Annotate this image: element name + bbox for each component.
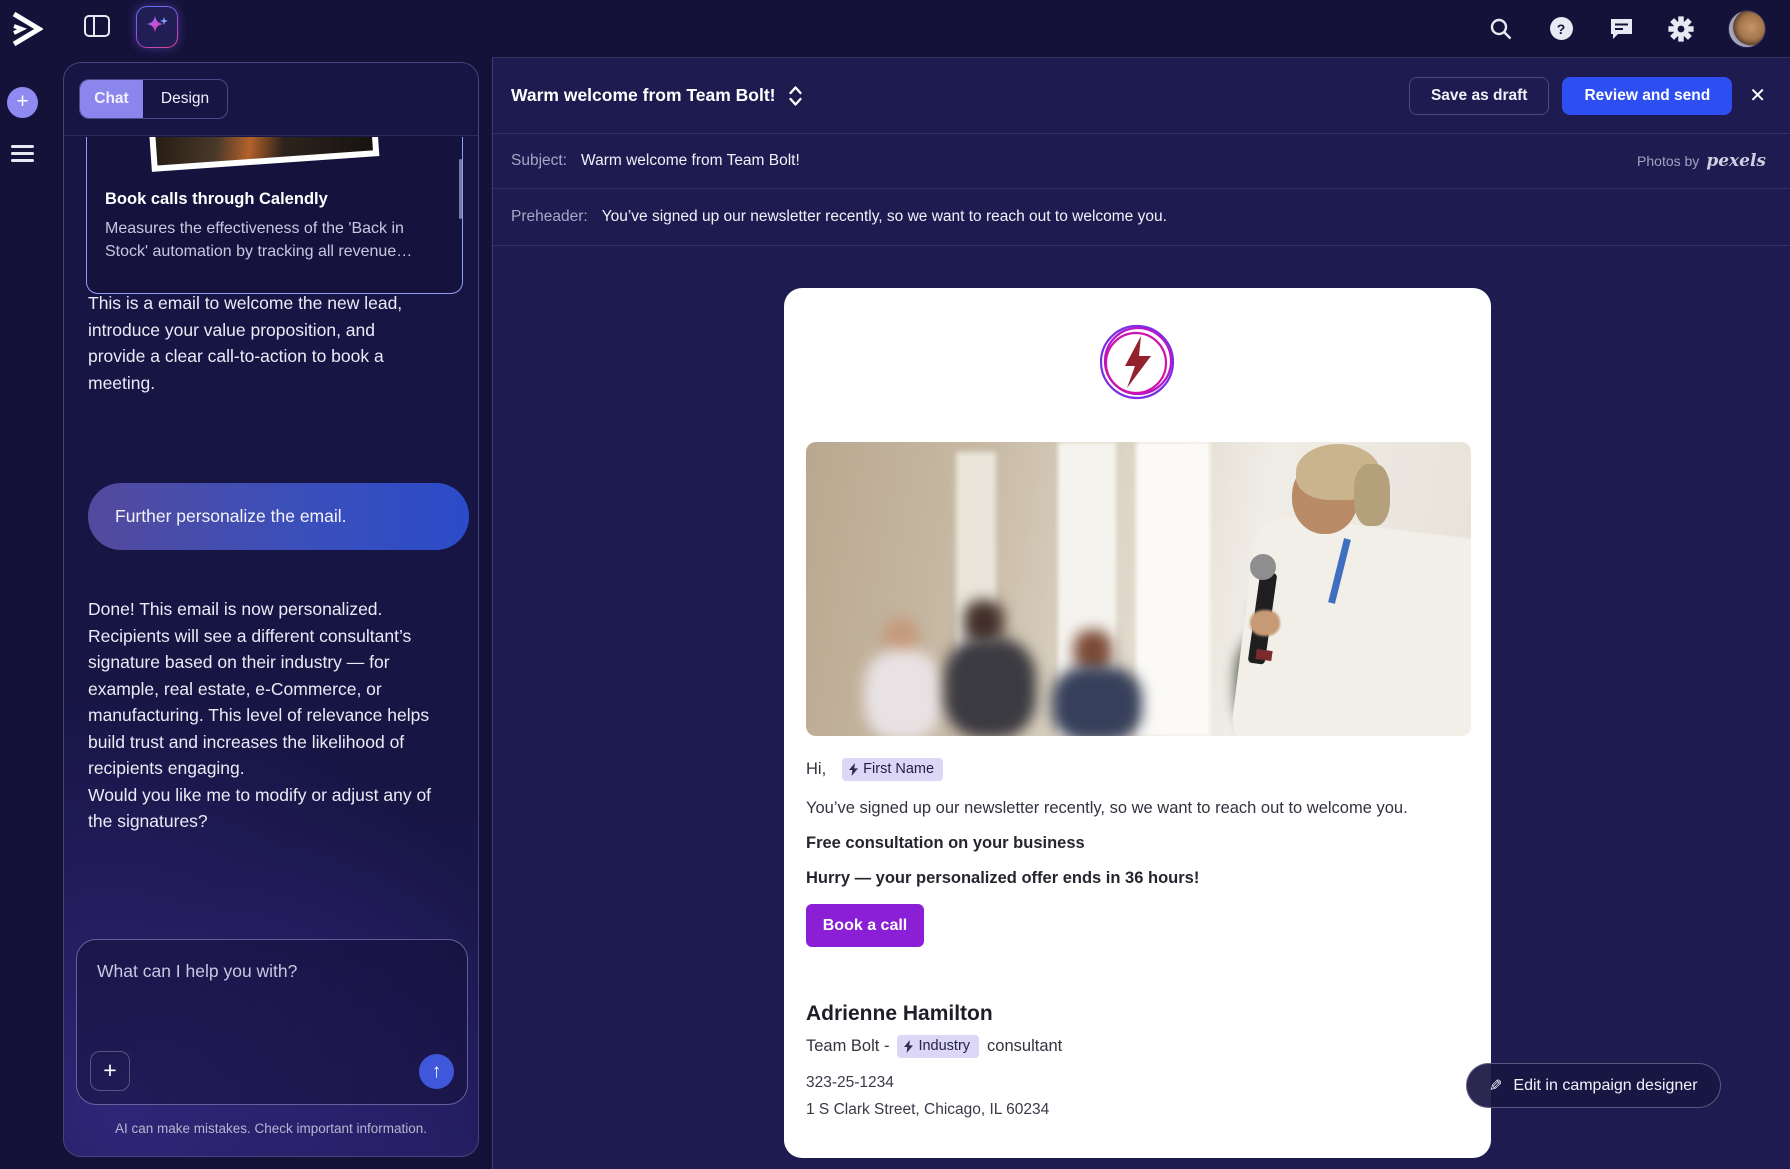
attach-plus-button[interactable]: + [90, 1051, 130, 1091]
add-new-button[interactable]: + [7, 87, 38, 118]
signature-role-line: Team Bolt - Industry consultant [806, 1035, 1062, 1058]
chat-panel-header: Chat Design [64, 63, 478, 136]
photos-credit: Photos by pexels [1637, 151, 1766, 171]
close-icon[interactable]: ✕ [1749, 86, 1766, 106]
pexels-logo: pexels [1706, 151, 1766, 171]
edit-button-label: Edit in campaign designer [1513, 1077, 1697, 1095]
automation-card-description: Measures the effectiveness of the 'Back … [105, 217, 444, 263]
preheader-row[interactable]: Preheader: You’ve signed up our newslett… [493, 189, 1790, 246]
email-title: Warm welcome from Team Bolt! [511, 85, 776, 106]
gear-icon[interactable] [1668, 16, 1694, 42]
pencil-icon: ✎ [1489, 1076, 1502, 1096]
subject-value: Warm welcome from Team Bolt! [581, 152, 800, 170]
search-icon[interactable] [1488, 16, 1514, 42]
chat-scrollbar[interactable] [459, 159, 462, 219]
preheader-value: You’ve signed up our newsletter recently… [602, 208, 1167, 226]
automation-card-title: Book calls through Calendly [105, 190, 444, 209]
greeting-line: Hi, First Name [806, 758, 943, 781]
bolt-icon [849, 763, 858, 776]
signature-name: Adrienne Hamilton [806, 1002, 993, 1026]
first-name-tag[interactable]: First Name [842, 758, 943, 781]
top-bar-actions: ? [1488, 0, 1790, 57]
email-intro-text: You’ve signed up our newsletter recently… [806, 799, 1408, 818]
tab-design[interactable]: Design [143, 80, 227, 118]
signature-company: Team Bolt - [806, 1037, 889, 1056]
email-preview-card: Hi, First Name You’ve signed up our news… [784, 288, 1491, 1158]
automation-thumbnail [147, 137, 380, 172]
preheader-label: Preheader: [511, 208, 588, 226]
industry-tag[interactable]: Industry [897, 1035, 979, 1058]
title-switcher-icon[interactable] [788, 85, 803, 107]
signature-address: 1 S Clark Street, Chicago, IL 60234 [806, 1101, 1049, 1119]
app: ? [0, 0, 1790, 1169]
email-title-row: Warm welcome from Team Bolt! Save as dra… [493, 58, 1790, 134]
greeting-text: Hi, [806, 760, 826, 779]
automation-card[interactable]: Book calls through Calendly Measures the… [86, 137, 463, 294]
email-offer-text: Free consultation on your business [806, 834, 1085, 853]
top-bar: ? [0, 0, 1790, 57]
hamburger-menu-icon[interactable] [11, 145, 34, 162]
chat-input-box: + ↑ [76, 939, 468, 1105]
chat-bubble-icon[interactable] [1608, 16, 1634, 42]
signature-role: consultant [987, 1037, 1062, 1056]
subject-row[interactable]: Subject: Warm welcome from Team Bolt! Ph… [493, 134, 1790, 189]
ai-chat-panel: Chat Design Book calls through Calendly … [63, 62, 479, 1157]
review-and-send-button[interactable]: Review and send [1562, 77, 1732, 115]
photos-by-label: Photos by [1637, 153, 1699, 169]
signature-phone: 323-25-1234 [806, 1074, 894, 1092]
assistant-message: Done! This email is now personalized. Re… [88, 596, 444, 835]
tab-chat[interactable]: Chat [80, 80, 143, 118]
activecampaign-logo-icon[interactable] [9, 11, 43, 47]
book-a-call-button[interactable]: Book a call [806, 904, 924, 947]
sparkle-icon [144, 14, 170, 40]
user-avatar[interactable] [1728, 10, 1766, 48]
subject-label: Subject: [511, 152, 567, 170]
email-hero-photo[interactable] [806, 442, 1471, 736]
edit-in-campaign-designer-button[interactable]: ✎ Edit in campaign designer [1466, 1063, 1721, 1108]
panel-toggle-icon[interactable] [84, 15, 110, 37]
team-bolt-logo-icon [1097, 322, 1177, 402]
question-glyph: ? [1550, 17, 1573, 40]
ai-assistant-button[interactable] [136, 6, 178, 48]
chat-input[interactable] [77, 940, 467, 1036]
ai-disclaimer: AI can make mistakes. Check important in… [64, 1121, 478, 1136]
help-icon[interactable]: ? [1548, 16, 1574, 42]
save-as-draft-button[interactable]: Save as draft [1409, 77, 1550, 115]
assistant-message: This is a email to welcome the new lead,… [88, 290, 422, 396]
email-editor-area: Warm welcome from Team Bolt! Save as dra… [492, 57, 1790, 1169]
bolt-icon [904, 1040, 913, 1053]
email-urgency-text: Hurry — your personalized offer ends in … [806, 869, 1199, 888]
chat-design-tab-group: Chat Design [79, 79, 228, 119]
send-button[interactable]: ↑ [419, 1054, 454, 1089]
user-message: Further personalize the email. [88, 483, 469, 550]
